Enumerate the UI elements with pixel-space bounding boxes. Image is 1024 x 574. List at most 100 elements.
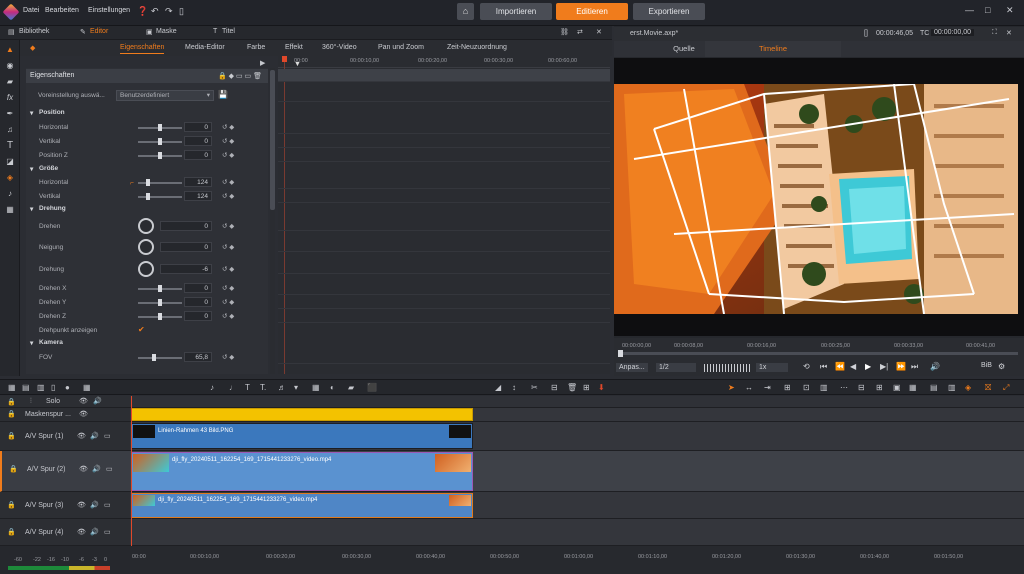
delete-icon[interactable]: 🗑 xyxy=(567,383,577,392)
slider-knob[interactable] xyxy=(146,179,150,186)
import-button[interactable]: Importieren xyxy=(480,3,552,20)
magic-icon[interactable]: ◈ xyxy=(965,383,971,392)
media-icon[interactable]: ▲ xyxy=(5,45,15,55)
subtab-media-editor[interactable]: Media-Editor xyxy=(185,44,225,51)
eye-icon[interactable]: 👁 xyxy=(77,501,86,509)
vertical-value[interactable]: 0 xyxy=(184,136,212,146)
voiceover-icon[interactable]: ▾ xyxy=(294,383,298,392)
spin-dial[interactable] xyxy=(138,261,154,277)
reset-icon[interactable]: ↺ ◆ xyxy=(222,178,234,186)
grid-view-icon[interactable]: ▥ xyxy=(820,383,828,392)
tab-title[interactable]: Titel xyxy=(222,28,235,35)
eye-all-icon[interactable]: 👁 xyxy=(79,397,88,405)
storyboard-icon[interactable]: ▤ xyxy=(22,383,30,392)
jog-shuttle[interactable] xyxy=(704,364,750,372)
reset-icon[interactable]: ↺ ◆ xyxy=(222,353,234,361)
go-start-icon[interactable]: ⏮ xyxy=(820,362,827,372)
settings-icon[interactable]: ⚙ xyxy=(998,362,1005,371)
preset-dropdown[interactable]: Benutzerdefiniert ▾ xyxy=(116,90,214,101)
ry-value[interactable]: 0 xyxy=(184,297,212,307)
keyframe-row[interactable] xyxy=(278,176,610,189)
preview-ruler[interactable]: 00:00:00,00 00:00:08,00 00:00:16,00 00:0… xyxy=(614,338,1024,358)
preview-playhead[interactable] xyxy=(618,350,623,357)
fx-icon[interactable]: fx xyxy=(5,93,15,103)
go-end-icon[interactable]: ⏭ xyxy=(911,362,918,372)
fit-dropdown[interactable]: Anpas... xyxy=(616,363,648,372)
reset-icon[interactable]: ↺ ◆ xyxy=(222,298,234,306)
transition-icon[interactable]: ◪ xyxy=(5,157,15,167)
montage-icon[interactable]: ◈ xyxy=(5,173,15,183)
eye-icon[interactable]: 👁 xyxy=(79,465,88,473)
step-back-icon[interactable]: ◀ xyxy=(850,362,856,371)
document-icon[interactable]: ▯ xyxy=(179,6,184,17)
insert-icon[interactable]: ⊞ xyxy=(784,383,791,392)
tab-mask[interactable]: Maske xyxy=(156,28,177,35)
reset-icon[interactable]: ↺ ◆ xyxy=(222,265,234,273)
subtab-properties[interactable]: Eigenschaften xyxy=(120,44,165,54)
razor-icon[interactable]: ✂ xyxy=(531,383,538,392)
positionz-value[interactable]: 0 xyxy=(184,150,212,160)
section-size[interactable]: ▾ Größe xyxy=(26,163,268,177)
expand-arrow-icon[interactable]: ▶ xyxy=(260,59,265,67)
music-icon[interactable]: ♫ xyxy=(5,125,15,135)
tilt-dial[interactable] xyxy=(138,239,154,255)
title-tab-icon[interactable]: T xyxy=(213,28,217,35)
sound-icon[interactable]: ♪ xyxy=(5,189,15,199)
pip-label[interactable]: BiB xyxy=(981,362,992,369)
section-camera[interactable]: ▾ Kamera xyxy=(26,337,268,351)
split-screen-icon[interactable]: ▦ xyxy=(83,383,91,392)
keyframe-row[interactable] xyxy=(278,149,610,162)
speaker-icon[interactable]: 🔊 xyxy=(90,501,99,509)
next-frame-icon[interactable]: ⏩ xyxy=(896,362,906,371)
tab-timeline[interactable]: Timeline xyxy=(705,41,841,57)
keyframe-row[interactable] xyxy=(278,282,610,295)
reset-icon[interactable]: ↺ ◆ xyxy=(222,284,234,292)
reset-icon[interactable]: ↺ ◆ xyxy=(222,151,234,159)
pivot-checkbox[interactable]: ✔ xyxy=(138,325,145,334)
marker-icon[interactable]: ◢ xyxy=(495,383,501,392)
collapse-icon[interactable]: ⊟ xyxy=(551,383,558,392)
audio-mix-icon[interactable]: ⬛ xyxy=(367,383,377,392)
keyframe-row[interactable] xyxy=(278,218,610,231)
properties-header-icons[interactable]: 🔒 ◆ ▭ ▭ 🗑 xyxy=(218,72,262,80)
keyframe-row[interactable] xyxy=(278,121,610,134)
ry-slider[interactable] xyxy=(138,299,182,306)
slider-knob[interactable] xyxy=(146,193,150,200)
reset-icon[interactable]: ↺ ◆ xyxy=(222,137,234,145)
reset-icon[interactable]: ↺ ◆ xyxy=(222,222,234,230)
title-tool-icon[interactable]: T xyxy=(245,383,250,392)
lock-icon[interactable]: 🔒 xyxy=(7,410,16,418)
fov-value[interactable]: 65,8 xyxy=(184,352,212,362)
rotate-dial[interactable] xyxy=(138,218,154,234)
panel-close-icon[interactable]: ✕ xyxy=(596,28,602,36)
fullscreen-icon[interactable]: ⛶ xyxy=(992,29,997,37)
speaker-icon[interactable]: 🔊 xyxy=(90,528,99,536)
speaker-icon[interactable]: ⊞ xyxy=(583,383,590,392)
close-icon[interactable]: ✕ xyxy=(1006,5,1014,16)
slider-knob[interactable] xyxy=(158,124,162,131)
menu-edit[interactable]: Bearbeiten xyxy=(45,7,79,14)
keyframe-row[interactable] xyxy=(278,310,610,323)
ratio-dropdown[interactable]: 1/2 xyxy=(656,363,696,372)
color-wheel-icon[interactable]: ◉ xyxy=(5,61,15,71)
editor-tab-icon[interactable]: ✎ xyxy=(80,28,86,36)
spin-value[interactable]: -6 xyxy=(160,264,212,274)
scrollbar-thumb[interactable] xyxy=(270,70,275,210)
preview-scrubber[interactable] xyxy=(618,352,1018,355)
slider-knob[interactable] xyxy=(158,285,162,292)
clip-frame-png[interactable]: Linien-Rahmen 43 Bild.PNG xyxy=(131,423,473,449)
keyframe-marker-icon[interactable]: ▼ xyxy=(294,61,301,68)
fit-icon[interactable]: ⊟ xyxy=(858,383,865,392)
play-icon[interactable]: ▶ xyxy=(865,362,871,371)
mask-tool-icon[interactable]: ▰ xyxy=(348,383,354,392)
track-icon[interactable]: ▦ xyxy=(8,383,16,392)
av4-track-area[interactable] xyxy=(130,519,1024,546)
reset-icon[interactable]: ↺ ◆ xyxy=(222,243,234,251)
mixer-icon[interactable]: ▥ xyxy=(948,383,956,392)
record-icon[interactable]: ● xyxy=(65,383,70,392)
ducking-icon[interactable]: ♩ xyxy=(229,383,237,392)
speaker-icon[interactable]: 🔊 xyxy=(90,432,99,440)
speaker-all-icon[interactable]: 🔊 xyxy=(93,397,102,405)
film-icon[interactable]: ▦ xyxy=(5,205,15,215)
section-position[interactable]: ▾ Position xyxy=(26,107,268,121)
